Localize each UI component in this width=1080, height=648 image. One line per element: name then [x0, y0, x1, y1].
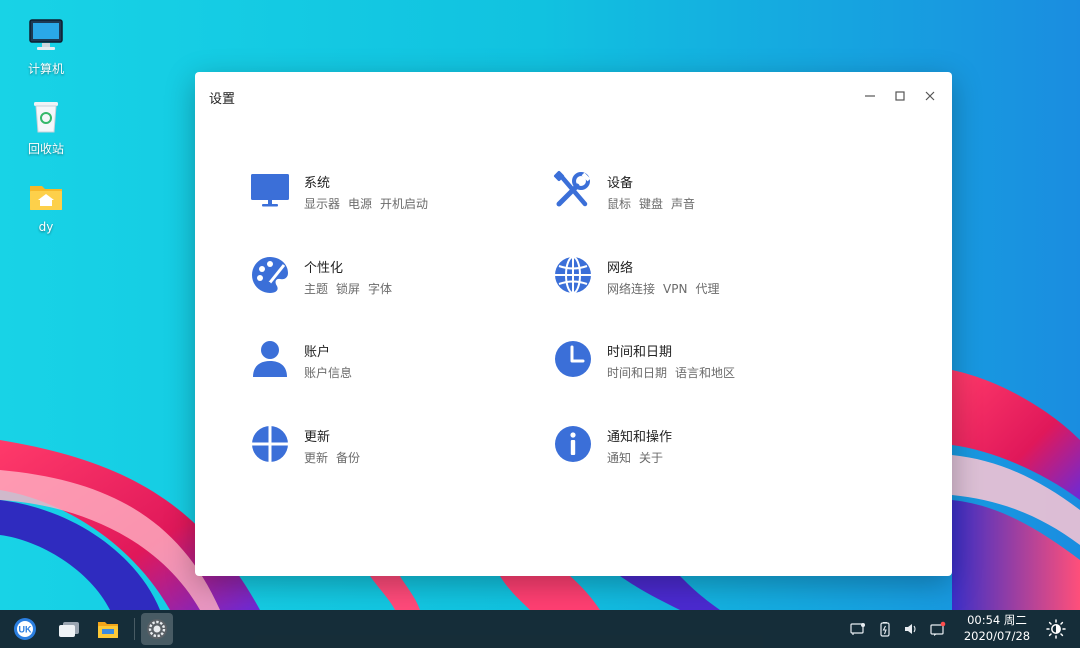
tools-icon [553, 170, 591, 207]
svg-text:UK: UK [19, 625, 32, 635]
multitask-view-button[interactable] [53, 613, 85, 645]
module-sub-item: 账户信息 [304, 366, 353, 380]
settings-module-personalization[interactable]: 个性化 主题 锁屏 字体 [250, 255, 530, 305]
taskbar-separator [134, 618, 135, 640]
desktop-icon-label: 回收站 [27, 142, 64, 156]
module-subtitles: 通知 关于 [607, 449, 671, 466]
maximize-button[interactable] [890, 86, 910, 106]
module-sub-item: VPN [663, 282, 688, 296]
palette-icon [252, 257, 288, 293]
brightness-icon[interactable] [1046, 619, 1066, 639]
module-subtitles: 更新 备份 [304, 449, 368, 466]
user-icon [253, 341, 287, 377]
module-sub-item: 电源 [348, 197, 373, 211]
volume-icon[interactable] [903, 621, 919, 637]
maximize-icon [895, 91, 905, 101]
desktop-icon-trash[interactable]: 回收站 [6, 96, 86, 157]
module-title: 设备 [607, 176, 634, 191]
info-icon [555, 426, 591, 462]
module-sub-item: 鼠标 [607, 197, 632, 211]
module-subtitles: 主题 锁屏 字体 [304, 280, 400, 297]
clock-date: 2020/07/28 [963, 629, 1031, 643]
module-sub-item: 开机启动 [380, 197, 429, 211]
clock-icon [555, 341, 591, 377]
module-title: 账户 [304, 345, 331, 360]
multitask-view-icon [59, 622, 79, 637]
settings-module-notifications[interactable]: 通知和操作 通知 关于 [553, 424, 833, 474]
file-manager-icon [98, 622, 118, 638]
module-sub-item: 字体 [368, 282, 393, 296]
settings-module-accounts[interactable]: 账户 账户信息 [250, 339, 530, 389]
desktop-icon-label: dy [38, 220, 54, 234]
minimize-icon [865, 95, 875, 97]
module-sub-item: 时间和日期 [607, 366, 668, 380]
module-sub-item: 锁屏 [336, 282, 361, 296]
module-sub-item: 声音 [671, 197, 696, 211]
module-sub-item: 主题 [304, 282, 329, 296]
module-sub-item: 通知 [607, 451, 632, 465]
module-title: 个性化 [304, 261, 344, 276]
start-menu-button[interactable]: UK [9, 613, 41, 645]
settings-module-system[interactable]: 系统 显示器 电源 开机启动 [250, 170, 530, 220]
file-manager-button[interactable] [92, 613, 124, 645]
home-folder-icon [26, 176, 66, 216]
computer-icon [26, 16, 66, 56]
taskbar-clock[interactable]: 00:54 周二 2020/07/28 [958, 612, 1036, 644]
battery-icon[interactable] [877, 621, 893, 637]
module-title: 时间和日期 [607, 345, 673, 360]
module-title: 网络 [607, 261, 634, 276]
screen-cast-icon[interactable] [850, 621, 866, 637]
update-icon [252, 426, 288, 462]
window-controls [860, 86, 940, 106]
start-menu-icon: UK [14, 618, 36, 640]
close-icon [925, 91, 935, 101]
taskbar: UK 00:54 周二 2020/07/28 [0, 610, 1080, 648]
settings-module-update[interactable]: 更新 更新 备份 [250, 424, 530, 474]
notification-icon[interactable] [930, 621, 946, 637]
trash-icon [26, 96, 66, 136]
settings-module-network[interactable]: 网络 网络连接 VPN 代理 [553, 255, 833, 305]
desktop-icon-home-folder[interactable]: dy [6, 176, 86, 234]
module-sub-item: 网络连接 [607, 282, 656, 296]
settings-app-button[interactable] [141, 613, 173, 645]
module-sub-item: 更新 [304, 451, 329, 465]
settings-window: 设置 系统 显示器 电源 开机启动 设备 鼠标 键盘 声音 个性化 主题 锁屏 … [195, 72, 952, 576]
globe-icon [555, 256, 591, 294]
desktop-icon-computer[interactable]: 计算机 [6, 16, 86, 77]
settings-app-icon [147, 619, 167, 639]
module-sub-item: 关于 [639, 451, 664, 465]
module-title: 系统 [304, 176, 331, 191]
module-subtitles: 时间和日期 语言和地区 [607, 364, 743, 381]
module-sub-item: 备份 [336, 451, 361, 465]
module-sub-item: 显示器 [304, 197, 341, 211]
close-button[interactable] [920, 86, 940, 106]
module-title: 更新 [304, 430, 331, 445]
clock-time: 00:54 周二 [967, 613, 1027, 627]
monitor-icon [251, 174, 289, 207]
module-subtitles: 网络连接 VPN 代理 [607, 280, 727, 297]
module-sub-item: 键盘 [639, 197, 664, 211]
module-sub-item: 代理 [695, 282, 720, 296]
window-title: 设置 [209, 92, 236, 107]
module-subtitles: 账户信息 [304, 364, 360, 381]
module-title: 通知和操作 [607, 430, 673, 445]
settings-module-datetime[interactable]: 时间和日期 时间和日期 语言和地区 [553, 339, 833, 389]
module-subtitles: 显示器 电源 开机启动 [304, 195, 436, 212]
module-subtitles: 鼠标 键盘 声音 [607, 195, 703, 212]
module-sub-item: 语言和地区 [675, 366, 736, 380]
settings-module-devices[interactable]: 设备 鼠标 键盘 声音 [553, 170, 833, 220]
minimize-button[interactable] [860, 86, 880, 106]
desktop-icon-label: 计算机 [27, 62, 64, 76]
